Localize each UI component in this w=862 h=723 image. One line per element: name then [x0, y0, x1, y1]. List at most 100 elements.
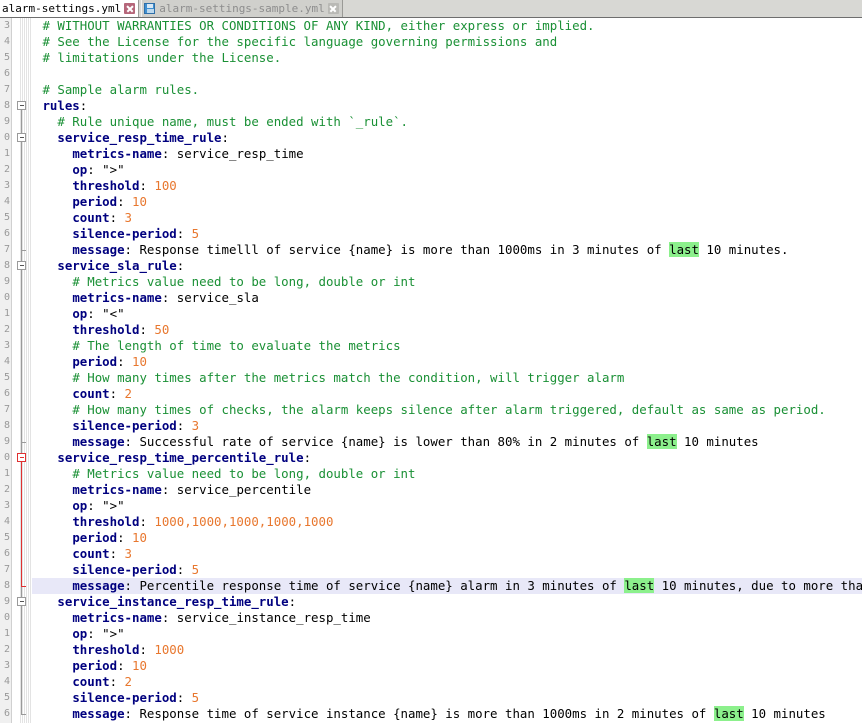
- code-line[interactable]: message: Response time of service instan…: [32, 706, 862, 722]
- code-line[interactable]: count: 3: [32, 546, 862, 562]
- close-icon[interactable]: [124, 3, 136, 14]
- fold-range-end: [21, 442, 26, 443]
- code-line[interactable]: # limitations under the License.: [32, 50, 862, 66]
- token-text: :: [109, 674, 125, 689]
- token-number: 2: [124, 386, 133, 401]
- code-line[interactable]: period: 10: [32, 354, 862, 370]
- line-number: 4: [3, 356, 10, 367]
- editor-tab-2[interactable]: alarm-settings-sample.yml: [141, 0, 343, 17]
- line-number: 4: [3, 676, 10, 687]
- code-line[interactable]: # WITHOUT WARRANTIES OR CONDITIONS OF AN…: [32, 18, 862, 34]
- code-line[interactable]: op: "<": [32, 306, 862, 322]
- line-number: 0: [3, 132, 10, 143]
- code-line[interactable]: period: 10: [32, 530, 862, 546]
- code-line[interactable]: rules:: [32, 98, 862, 114]
- fold-range-end: [21, 250, 26, 251]
- code-line[interactable]: op: ">": [32, 162, 862, 178]
- line-number: 1: [3, 148, 10, 159]
- token-match: last: [646, 434, 677, 449]
- line-number: 4: [3, 36, 10, 47]
- code-line[interactable]: threshold: 1000: [32, 642, 862, 658]
- token-comment: # Rule unique name, must be ended with `…: [57, 114, 409, 129]
- code-line[interactable]: [32, 66, 862, 82]
- code-line[interactable]: count: 2: [32, 386, 862, 402]
- code-text-area[interactable]: # WITHOUT WARRANTIES OR CONDITIONS OF AN…: [32, 18, 862, 723]
- editor-tab-1[interactable]: alarm-settings.yml: [0, 0, 140, 17]
- code-line[interactable]: period: 10: [32, 658, 862, 674]
- code-line[interactable]: metrics-name: service_percentile: [32, 482, 862, 498]
- code-line[interactable]: # Metrics value need to be long, double …: [32, 274, 862, 290]
- line-number: 5: [3, 372, 10, 383]
- token-key: count: [72, 674, 110, 689]
- token-number: 2: [124, 674, 133, 689]
- fold-range-end: [21, 586, 26, 587]
- token-key: period: [72, 530, 118, 545]
- fold-toggle-icon[interactable]: [17, 133, 26, 142]
- code-line[interactable]: op: ">": [32, 626, 862, 642]
- fold-toggle-icon[interactable]: [17, 261, 26, 270]
- token-key: message: [72, 434, 125, 449]
- code-line[interactable]: message: Percentile response time of ser…: [32, 578, 862, 594]
- token-key: period: [72, 354, 118, 369]
- token-key: silence-period: [72, 562, 177, 577]
- code-line[interactable]: # How many times after the metrics match…: [32, 370, 862, 386]
- code-line[interactable]: service_sla_rule:: [32, 258, 862, 274]
- code-line[interactable]: silence-period: 3: [32, 418, 862, 434]
- code-line[interactable]: # How many times of checks, the alarm ke…: [32, 402, 862, 418]
- code-line[interactable]: threshold: 50: [32, 322, 862, 338]
- close-icon[interactable]: [327, 3, 339, 14]
- fold-toggle-icon[interactable]: [17, 597, 26, 606]
- code-line[interactable]: message: Successful rate of service {nam…: [32, 434, 862, 450]
- code-line[interactable]: # Rule unique name, must be ended with `…: [32, 114, 862, 130]
- token-text: :: [109, 386, 125, 401]
- code-folding-gutter[interactable]: [12, 18, 32, 723]
- code-line[interactable]: metrics-name: service_instance_resp_time: [32, 610, 862, 626]
- fold-toggle-icon[interactable]: [17, 101, 26, 110]
- code-line[interactable]: count: 2: [32, 674, 862, 690]
- line-number: 2: [3, 164, 10, 175]
- line-number: 3: [3, 340, 10, 351]
- code-line[interactable]: silence-period: 5: [32, 562, 862, 578]
- code-line[interactable]: op: ">": [32, 498, 862, 514]
- token-key: threshold: [72, 178, 140, 193]
- code-line[interactable]: threshold: 1000,1000,1000,1000,1000: [32, 514, 862, 530]
- code-line[interactable]: service_resp_time_percentile_rule:: [32, 450, 862, 466]
- token-number: 10: [132, 354, 147, 369]
- fold-range-end: [21, 714, 26, 715]
- token-text: : Percentile response time of service {n…: [124, 578, 625, 593]
- fold-range-line: [21, 270, 22, 442]
- code-line[interactable]: # The length of time to evaluate the met…: [32, 338, 862, 354]
- code-line[interactable]: period: 10: [32, 194, 862, 210]
- token-text: : Successful rate of service {name} is l…: [124, 434, 647, 449]
- code-line[interactable]: service_resp_time_rule:: [32, 130, 862, 146]
- code-line[interactable]: metrics-name: service_resp_time: [32, 146, 862, 162]
- token-text: 10 minutes, due to more than one co: [661, 578, 862, 593]
- code-line[interactable]: message: Response timelll of service {na…: [32, 242, 862, 258]
- line-number: 0: [3, 292, 10, 303]
- code-line[interactable]: # See the License for the specific langu…: [32, 34, 862, 50]
- code-line[interactable]: service_instance_resp_time_rule:: [32, 594, 862, 610]
- code-line[interactable]: # Sample alarm rules.: [32, 82, 862, 98]
- token-text: : ">": [87, 498, 125, 513]
- fold-toggle-icon[interactable]: [17, 453, 26, 462]
- code-line[interactable]: metrics-name: service_sla: [32, 290, 862, 306]
- code-line[interactable]: silence-period: 5: [32, 690, 862, 706]
- token-text: 10 minutes: [676, 434, 759, 449]
- token-text: :: [221, 130, 229, 145]
- code-line[interactable]: count: 3: [32, 210, 862, 226]
- line-number: 7: [3, 84, 10, 95]
- code-line[interactable]: # Metrics value need to be long, double …: [32, 466, 862, 482]
- code-line[interactable]: silence-period: 5: [32, 226, 862, 242]
- token-key: silence-period: [72, 690, 177, 705]
- code-line[interactable]: threshold: 100: [32, 178, 862, 194]
- fold-range-line: [21, 606, 22, 714]
